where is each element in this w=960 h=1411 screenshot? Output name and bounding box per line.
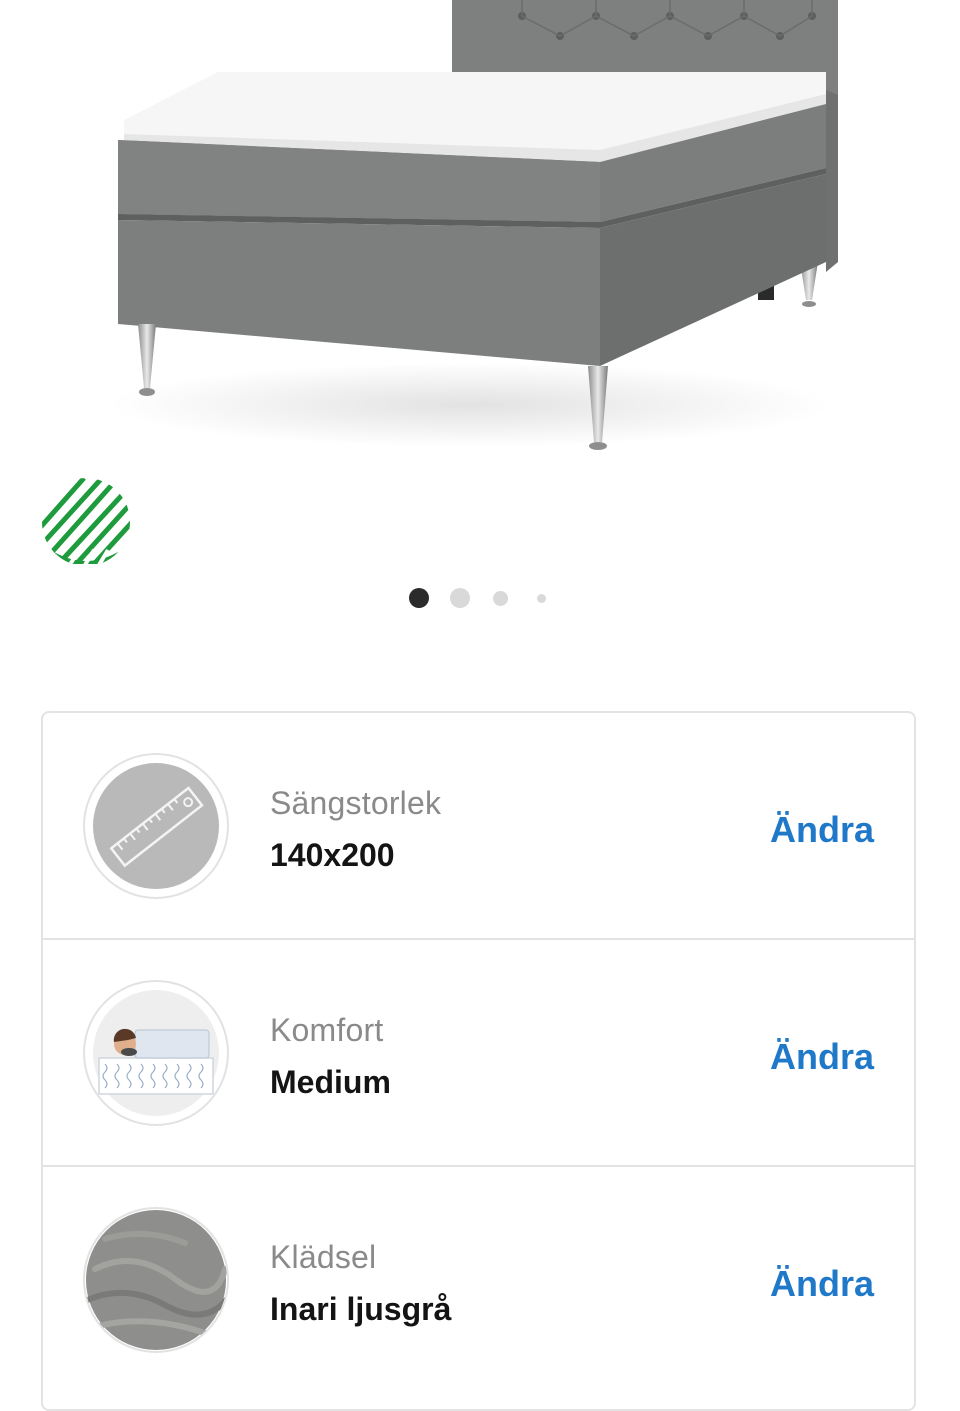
carousel-dot-2[interactable] bbox=[450, 588, 470, 608]
nordic-swan-ecolabel-icon bbox=[38, 478, 134, 566]
ruler-icon bbox=[83, 753, 229, 899]
option-row-comfort[interactable]: Komfort Medium Ändra bbox=[43, 940, 916, 1167]
carousel-dot-1[interactable] bbox=[409, 588, 429, 608]
option-label: Sängstorlek bbox=[270, 785, 442, 821]
option-row-upholstery[interactable]: Klädsel Inari ljusgrå Ändra bbox=[43, 1167, 916, 1394]
carousel-dot-4[interactable] bbox=[537, 594, 546, 603]
carousel-pagination bbox=[0, 586, 960, 610]
sleeper-on-mattress-icon bbox=[83, 980, 229, 1126]
option-value: Medium bbox=[270, 1064, 391, 1100]
fabric-swatch-icon bbox=[83, 1207, 229, 1353]
bed-illustration bbox=[110, 0, 838, 450]
option-row-size[interactable]: Sängstorlek 140x200 Ändra bbox=[43, 713, 916, 940]
option-value: 140x200 bbox=[270, 837, 395, 873]
option-label: Klädsel bbox=[270, 1239, 377, 1275]
option-label: Komfort bbox=[270, 1012, 384, 1048]
change-comfort-button[interactable]: Ändra bbox=[770, 1036, 874, 1078]
product-image[interactable] bbox=[0, 0, 960, 470]
option-value: Inari ljusgrå bbox=[270, 1291, 452, 1327]
carousel-dot-3[interactable] bbox=[493, 591, 508, 606]
change-size-button[interactable]: Ändra bbox=[770, 809, 874, 851]
change-upholstery-button[interactable]: Ändra bbox=[770, 1263, 874, 1305]
product-options-card: Sängstorlek 140x200 Ändra Komfort Medium… bbox=[41, 711, 916, 1411]
